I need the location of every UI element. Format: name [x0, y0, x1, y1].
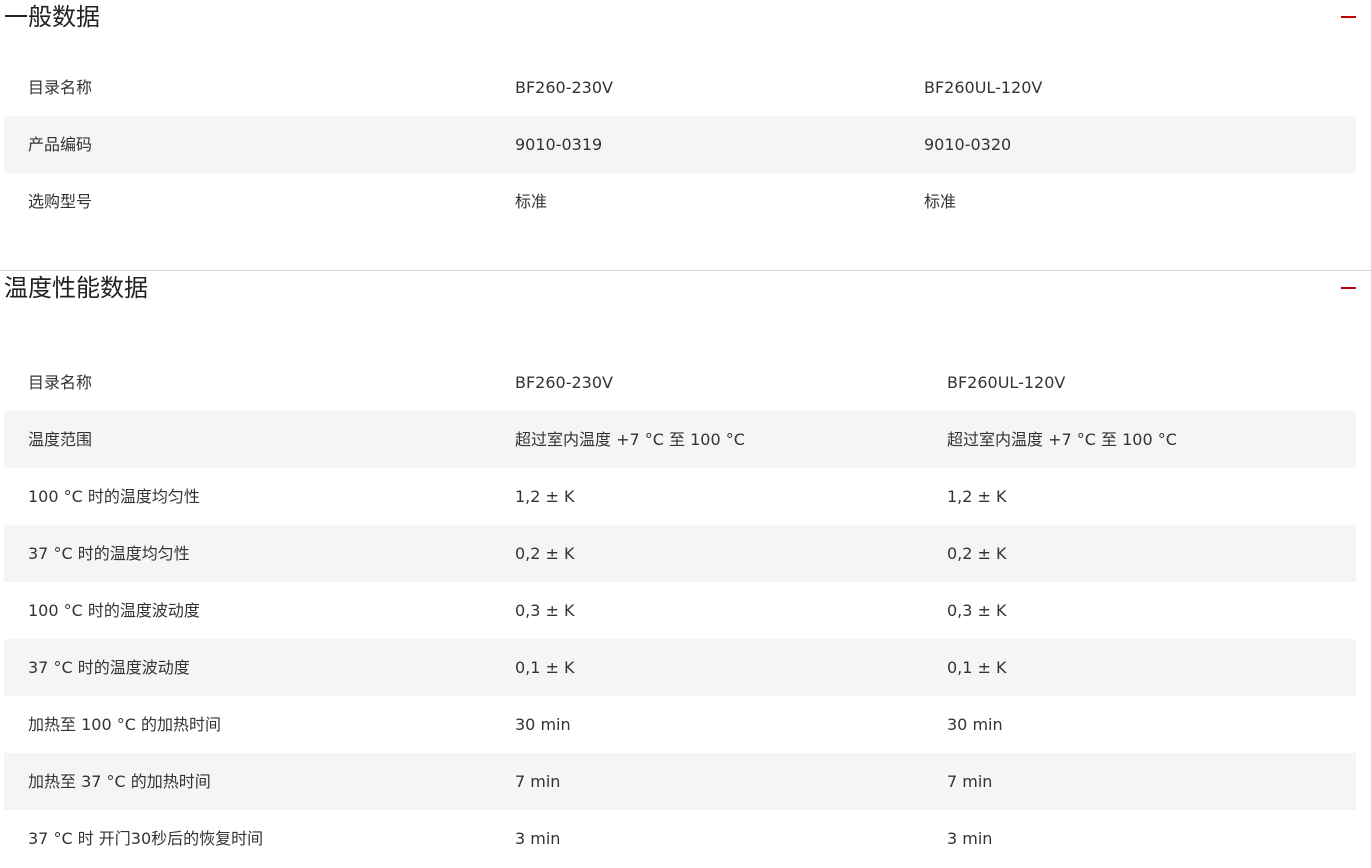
spec-value-model-1: 3 min [515, 829, 561, 848]
table-row: 选购型号 标准 标准 [4, 173, 1356, 230]
minus-icon[interactable] [1341, 16, 1356, 18]
spec-value-model-1: 0,1 ± K [515, 658, 575, 677]
spec-label: 温度范围 [28, 430, 93, 449]
spec-value-model-2: 30 min [947, 715, 1003, 734]
spec-table: 目录名称 BF260-230V BF260UL-120V 温度范围 超过室内温度… [4, 354, 1356, 867]
minus-icon[interactable] [1341, 287, 1356, 289]
spec-label: 目录名称 [28, 373, 93, 392]
table-row: 加热至 37 °C 的加热时间 7 min 7 min [4, 753, 1356, 810]
spec-value-model-1: 1,2 ± K [515, 487, 575, 506]
spec-value-model-2: 9010-0320 [924, 135, 1012, 154]
table-row: 温度范围 超过室内温度 +7 °C 至 100 °C 超过室内温度 +7 °C … [4, 411, 1356, 468]
table-row: 100 °C 时的温度均匀性 1,2 ± K 1,2 ± K [4, 468, 1356, 525]
spec-label: 选购型号 [28, 192, 93, 211]
spec-value-model-2: 3 min [947, 829, 993, 848]
spec-label: 37 °C 时的温度均匀性 [28, 544, 190, 563]
general-data-section: 一般数据 目录名称 BF260-230V BF260UL-120V 产品编码 9… [0, 0, 1371, 270]
temperature-performance-section: 温度性能数据 目录名称 BF260-230V BF260UL-120V 温度范围… [0, 271, 1371, 868]
spec-value-model-2: 1,2 ± K [947, 487, 1007, 506]
spec-label: 100 °C 时的温度波动度 [28, 601, 200, 620]
table-row: 100 °C 时的温度波动度 0,3 ± K 0,3 ± K [4, 582, 1356, 639]
table-row: 37 °C 时 开门30秒后的恢复时间 3 min 3 min [4, 810, 1356, 867]
spec-value-model-1: 7 min [515, 772, 561, 791]
table-row: 目录名称 BF260-230V BF260UL-120V [4, 59, 1356, 116]
section-title: 一般数据 [4, 3, 100, 31]
table-row: 37 °C 时的温度波动度 0,1 ± K 0,1 ± K [4, 639, 1356, 696]
spec-value-model-1: 9010-0319 [515, 135, 603, 154]
section-title: 温度性能数据 [4, 274, 148, 302]
spec-value-model-1: 超过室内温度 +7 °C 至 100 °C [515, 430, 745, 449]
spec-label: 目录名称 [28, 78, 93, 97]
spec-label: 产品编码 [28, 135, 93, 154]
spec-value-model-1: 30 min [515, 715, 571, 734]
spec-label: 加热至 37 °C 的加热时间 [28, 772, 211, 791]
spec-value-model-2: BF260UL-120V [947, 373, 1066, 392]
spec-value-model-2: 超过室内温度 +7 °C 至 100 °C [947, 430, 1177, 449]
spec-value-model-2: 0,1 ± K [947, 658, 1007, 677]
spec-value-model-1: 0,2 ± K [515, 544, 575, 563]
spec-label: 37 °C 时 开门30秒后的恢复时间 [28, 829, 264, 848]
spec-value-model-1: BF260-230V [515, 373, 613, 392]
spec-value-model-2: 标准 [924, 192, 957, 211]
spec-value-model-2: 0,2 ± K [947, 544, 1007, 563]
table-row: 产品编码 9010-0319 9010-0320 [4, 116, 1356, 173]
spec-value-model-2: 7 min [947, 772, 993, 791]
spec-table: 目录名称 BF260-230V BF260UL-120V 产品编码 9010-0… [4, 59, 1356, 230]
spec-value-model-1: BF260-230V [515, 78, 613, 97]
section-header[interactable]: 温度性能数据 [0, 271, 1371, 305]
table-row: 目录名称 BF260-230V BF260UL-120V [4, 354, 1356, 411]
spec-value-model-2: 0,3 ± K [947, 601, 1007, 620]
spec-label: 100 °C 时的温度均匀性 [28, 487, 200, 506]
table-row: 37 °C 时的温度均匀性 0,2 ± K 0,2 ± K [4, 525, 1356, 582]
spec-value-model-2: BF260UL-120V [924, 78, 1043, 97]
table-row: 加热至 100 °C 的加热时间 30 min 30 min [4, 696, 1356, 753]
spec-label: 加热至 100 °C 的加热时间 [28, 715, 221, 734]
spec-value-model-1: 标准 [515, 192, 548, 211]
section-header[interactable]: 一般数据 [0, 0, 1371, 34]
spec-label: 37 °C 时的温度波动度 [28, 658, 190, 677]
spec-value-model-1: 0,3 ± K [515, 601, 575, 620]
